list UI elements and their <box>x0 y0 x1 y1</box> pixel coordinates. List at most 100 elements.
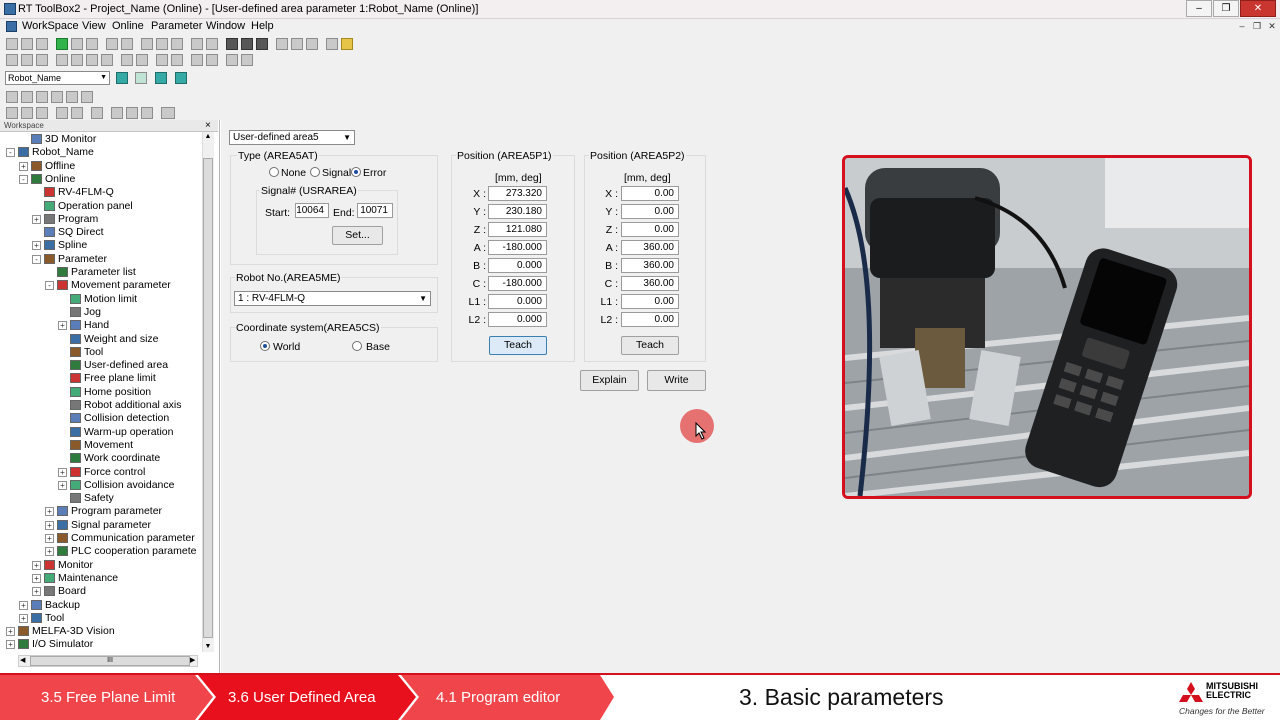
position-value-field[interactable]: 0.00 <box>621 204 679 219</box>
debug-icon-c[interactable] <box>36 91 48 103</box>
minimize-button[interactable]: – <box>1186 0 1212 17</box>
debug-icon-a[interactable] <box>6 91 18 103</box>
robot-select[interactable]: Robot_Name ▼ <box>5 71 110 85</box>
explain-button[interactable]: Explain <box>580 370 639 391</box>
expand-icon[interactable]: + <box>32 214 41 224</box>
coord-radio-world[interactable] <box>260 341 270 351</box>
scroll-down-icon[interactable]: ▼ <box>203 643 213 650</box>
debug-icon-e[interactable] <box>66 91 78 103</box>
maximize-button[interactable]: ❐ <box>1213 0 1239 17</box>
edit-icon-a[interactable] <box>6 54 18 66</box>
start-field[interactable]: 10064 <box>295 203 329 218</box>
position-value-field[interactable]: 273.320 <box>488 186 547 201</box>
debug-icon-b[interactable] <box>21 91 33 103</box>
edit-icon-e[interactable] <box>206 54 218 66</box>
tool-icon-g[interactable] <box>306 38 318 50</box>
position-value-field[interactable]: -180.000 <box>488 240 547 255</box>
help-icon[interactable] <box>341 38 353 50</box>
tile-vertical-icon[interactable] <box>171 38 183 50</box>
edit-icon-g[interactable] <box>241 54 253 66</box>
menu-window[interactable]: Window <box>206 20 245 32</box>
monitor-icon-b[interactable] <box>241 38 253 50</box>
tool-icon-b[interactable] <box>121 38 133 50</box>
type-radio-error[interactable] <box>351 167 361 177</box>
step-icon-c[interactable] <box>36 107 48 119</box>
expand-icon[interactable]: + <box>19 161 28 171</box>
collapse-icon[interactable]: - <box>32 254 41 264</box>
find-icon[interactable] <box>156 54 168 66</box>
position-value-field[interactable]: 0.000 <box>488 294 547 309</box>
expand-icon[interactable]: + <box>45 520 54 530</box>
collapse-icon[interactable]: - <box>45 281 54 291</box>
close-button[interactable]: ✕ <box>1240 0 1276 17</box>
robot-icon-a[interactable] <box>116 72 128 84</box>
write-button[interactable]: Write <box>647 370 706 391</box>
expand-icon[interactable]: + <box>45 534 54 543</box>
set-button[interactable]: Set... <box>332 226 383 245</box>
monitor-icon-c[interactable] <box>256 38 268 50</box>
mdi-close-icon[interactable]: ✕ <box>1266 20 1278 32</box>
position-value-field[interactable]: 360.00 <box>621 240 679 255</box>
tool-icon-e[interactable] <box>276 38 288 50</box>
expand-icon[interactable]: + <box>32 587 41 597</box>
expand-icon[interactable]: + <box>32 573 41 583</box>
collapse-icon[interactable]: - <box>19 174 28 184</box>
workspace-hscroll-thumb[interactable]: III <box>30 656 190 666</box>
monitor-icon-a[interactable] <box>226 38 238 50</box>
edit-icon-d[interactable] <box>191 54 203 66</box>
step-icon-g[interactable] <box>111 107 123 119</box>
paste-icon[interactable] <box>86 54 98 66</box>
coord-radio-base[interactable] <box>352 341 362 351</box>
type-radio-signal[interactable] <box>310 167 320 177</box>
expand-icon[interactable]: + <box>19 600 28 610</box>
area-select[interactable]: User-defined area5 ▼ <box>229 130 355 145</box>
undo-icon[interactable] <box>121 54 133 66</box>
scroll-right-icon[interactable]: ▶ <box>190 656 195 664</box>
position-value-field[interactable]: 121.080 <box>488 222 547 237</box>
step-icon-b[interactable] <box>21 107 33 119</box>
workspace-close-icon[interactable]: × <box>205 120 211 131</box>
expand-icon[interactable]: + <box>45 547 54 557</box>
robot-no-select[interactable]: 1 : RV-4FLM-Q ▼ <box>234 291 431 306</box>
position-value-field[interactable]: 230.180 <box>488 204 547 219</box>
redo-icon[interactable] <box>136 54 148 66</box>
online-icon[interactable] <box>56 38 68 50</box>
expand-icon[interactable]: + <box>58 321 67 331</box>
step-free-plane-limit[interactable]: 3.5 Free Plane Limit <box>41 689 175 706</box>
teach-p1-button[interactable]: Teach <box>489 336 547 355</box>
step-icon-i[interactable] <box>141 107 153 119</box>
step-program-editor[interactable]: 4.1 Program editor <box>436 689 560 706</box>
workspace-vscroll-thumb[interactable] <box>203 158 213 638</box>
step-icon-j[interactable] <box>161 107 175 119</box>
new-icon[interactable] <box>6 38 18 50</box>
tile-horizontal-icon[interactable] <box>156 38 168 50</box>
position-value-field[interactable]: -180.000 <box>488 276 547 291</box>
position-value-field[interactable]: 0.00 <box>621 186 679 201</box>
cascade-icon[interactable] <box>141 38 153 50</box>
position-value-field[interactable]: 0.00 <box>621 222 679 237</box>
delete-icon[interactable] <box>101 54 113 66</box>
expand-icon[interactable]: + <box>58 480 67 490</box>
robot-icon-c[interactable] <box>155 72 167 84</box>
position-value-field[interactable]: 0.000 <box>488 258 547 273</box>
expand-icon[interactable]: + <box>6 627 15 637</box>
position-value-field[interactable]: 0.000 <box>488 312 547 327</box>
tool-icon-d[interactable] <box>206 38 218 50</box>
step-icon-e[interactable] <box>71 107 83 119</box>
replace-icon[interactable] <box>171 54 183 66</box>
debug-icon-d[interactable] <box>51 91 63 103</box>
step-icon-f[interactable] <box>91 107 103 119</box>
simulation-icon[interactable] <box>86 38 98 50</box>
tool-icon-f[interactable] <box>291 38 303 50</box>
position-value-field[interactable]: 0.00 <box>621 312 679 327</box>
menu-view[interactable]: View <box>82 20 106 32</box>
robot-icon-d[interactable] <box>175 72 187 84</box>
mdi-minimize-icon[interactable]: – <box>1236 20 1248 32</box>
mdi-restore-icon[interactable]: ❐ <box>1251 20 1263 32</box>
menu-help[interactable]: Help <box>251 20 274 32</box>
edit-icon-f[interactable] <box>226 54 238 66</box>
edit-icon-c[interactable] <box>36 54 48 66</box>
step-user-defined-area[interactable]: 3.6 User Defined Area <box>228 689 376 706</box>
position-value-field[interactable]: 360.00 <box>621 276 679 291</box>
step-icon-d[interactable] <box>56 107 68 119</box>
